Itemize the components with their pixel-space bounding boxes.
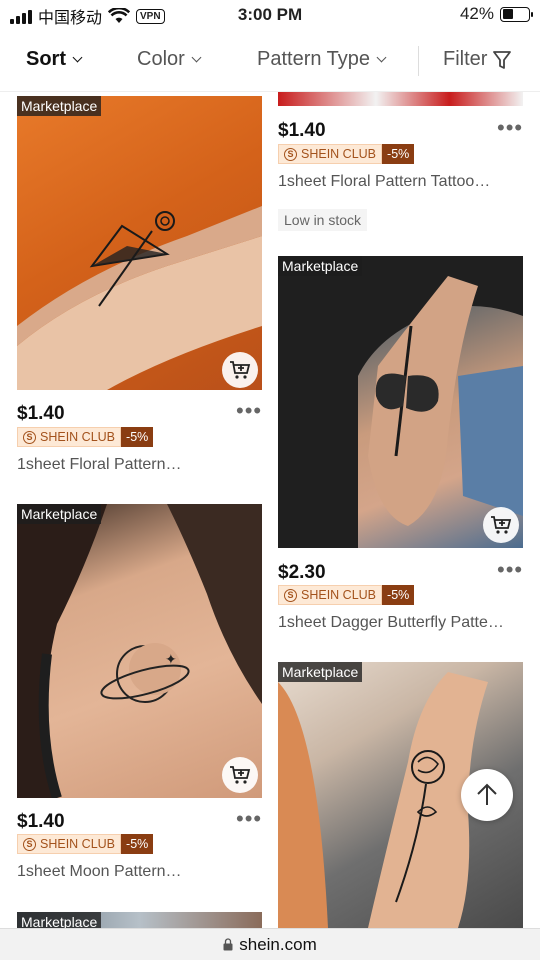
shein-club-icon: S bbox=[284, 588, 297, 602]
club-label: SHEIN CLUB bbox=[301, 147, 377, 161]
arrow-up-icon bbox=[477, 783, 497, 805]
club-label: SHEIN CLUB bbox=[40, 430, 116, 444]
sort-label: Sort bbox=[26, 48, 66, 70]
product-price: $1.40 bbox=[17, 811, 65, 832]
club-discount: -5% bbox=[382, 585, 415, 605]
product-price: $1.40 bbox=[17, 403, 65, 424]
url-text: shein.com bbox=[239, 934, 317, 954]
funnel-icon bbox=[493, 50, 512, 69]
scroll-to-top-button[interactable] bbox=[461, 769, 513, 821]
status-right: 42% bbox=[459, 4, 533, 24]
status-bar: 中国移动 VPN 3:00 PM 42% bbox=[0, 0, 540, 30]
product-photo-shoulder-tattoo: ✦ bbox=[17, 504, 262, 798]
product-image[interactable]: ✦ Marketplace bbox=[17, 504, 262, 798]
more-options-button[interactable]: ••• bbox=[497, 559, 523, 581]
filter-divider bbox=[418, 46, 419, 76]
marketplace-badge: Marketplace bbox=[17, 96, 102, 116]
stock-status: Low in stock bbox=[278, 209, 368, 231]
more-options-button[interactable]: ••• bbox=[236, 808, 262, 830]
club-discount: -5% bbox=[121, 834, 154, 854]
url-bar[interactable]: shein.com bbox=[0, 928, 540, 960]
shein-club-icon: S bbox=[23, 430, 36, 444]
shein-club-badge: S SHEIN CLUB -5% bbox=[278, 144, 415, 164]
shein-club-icon: S bbox=[23, 837, 36, 851]
club-label: SHEIN CLUB bbox=[40, 837, 116, 851]
marketplace-badge: Marketplace bbox=[17, 504, 102, 524]
shein-club-icon: S bbox=[284, 147, 297, 161]
chevron-down-icon bbox=[376, 52, 387, 62]
lock-icon bbox=[223, 938, 233, 951]
marketplace-badge: Marketplace bbox=[17, 912, 102, 928]
battery-icon bbox=[500, 6, 533, 22]
cart-plus-icon bbox=[491, 516, 512, 534]
more-options-button[interactable]: ••• bbox=[236, 400, 262, 422]
cart-plus-icon bbox=[230, 766, 251, 784]
product-price: $1.40 bbox=[278, 120, 326, 141]
shein-club-badge: S SHEIN CLUB -5% bbox=[278, 585, 415, 605]
cart-plus-icon bbox=[230, 361, 251, 379]
marketplace-badge: Marketplace bbox=[278, 256, 363, 276]
pattern-type-dropdown[interactable]: Pattern Type bbox=[257, 48, 387, 71]
product-image[interactable] bbox=[278, 92, 523, 106]
club-label: SHEIN CLUB bbox=[301, 588, 377, 602]
sort-dropdown[interactable]: Sort bbox=[26, 48, 83, 71]
battery-percent: 42% bbox=[459, 4, 494, 23]
product-image[interactable]: Marketplace bbox=[17, 96, 262, 390]
product-name[interactable]: 1sheet Floral Pattern Tattoo… bbox=[278, 173, 523, 191]
product-image[interactable]: Marketplace bbox=[278, 256, 523, 548]
product-price: $2.30 bbox=[278, 562, 326, 583]
filter-button[interactable]: Filter bbox=[443, 48, 512, 71]
svg-text:✦: ✦ bbox=[165, 651, 177, 667]
chevron-down-icon bbox=[191, 52, 202, 62]
product-name[interactable]: 1sheet Floral Pattern… bbox=[17, 456, 262, 474]
product-image[interactable]: Marketplace bbox=[17, 912, 262, 928]
product-name[interactable]: 1sheet Dagger Butterfly Patte… bbox=[278, 614, 523, 632]
more-options-button[interactable]: ••• bbox=[497, 117, 523, 139]
add-to-cart-button[interactable] bbox=[483, 507, 519, 543]
club-discount: -5% bbox=[121, 427, 154, 447]
add-to-cart-button[interactable] bbox=[222, 757, 258, 793]
marketplace-badge: Marketplace bbox=[278, 662, 363, 682]
filter-label: Filter bbox=[443, 48, 488, 70]
club-discount: -5% bbox=[382, 144, 415, 164]
product-name[interactable]: 1sheet Moon Pattern… bbox=[17, 863, 262, 881]
product-photo-arm-tattoo bbox=[278, 256, 523, 548]
chevron-down-icon bbox=[72, 52, 83, 62]
product-photo-arm-tattoo bbox=[17, 206, 262, 390]
color-dropdown[interactable]: Color bbox=[137, 48, 202, 71]
filter-bar: Sort Color Pattern Type Filter bbox=[0, 30, 540, 92]
add-to-cart-button[interactable] bbox=[222, 352, 258, 388]
shein-club-badge: S SHEIN CLUB -5% bbox=[17, 427, 154, 447]
pattern-type-label: Pattern Type bbox=[257, 48, 371, 70]
color-label: Color bbox=[137, 48, 185, 70]
shein-club-badge: S SHEIN CLUB -5% bbox=[17, 834, 154, 854]
